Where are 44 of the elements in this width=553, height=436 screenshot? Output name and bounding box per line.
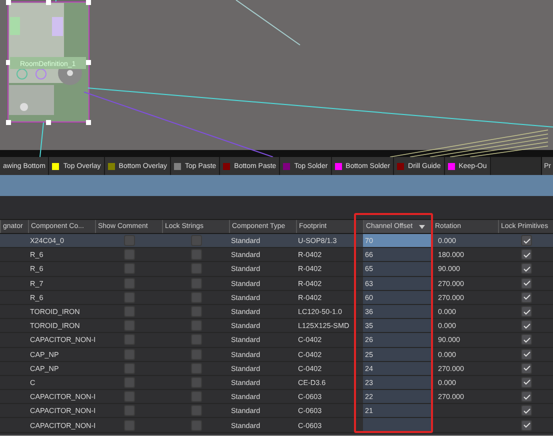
checkbox[interactable] (191, 263, 202, 274)
checkbox[interactable] (521, 376, 532, 388)
connection-line (236, 0, 300, 46)
checkbox[interactable] (124, 405, 135, 416)
checkbox[interactable] (191, 420, 202, 431)
checkbox[interactable] (124, 263, 135, 274)
checkbox[interactable] (124, 362, 135, 374)
checkbox[interactable] (124, 334, 135, 346)
checkbox[interactable] (191, 376, 202, 388)
checkbox[interactable] (191, 362, 202, 374)
sort-icon (418, 224, 425, 228)
checkbox[interactable] (124, 235, 135, 246)
checkbox[interactable] (191, 292, 202, 303)
checkbox[interactable] (521, 306, 532, 318)
checkbox[interactable] (521, 320, 532, 332)
checkbox[interactable] (521, 292, 532, 303)
checkbox[interactable] (191, 235, 202, 246)
checkbox[interactable] (191, 405, 202, 416)
checkbox[interactable] (521, 362, 532, 374)
checkbox[interactable] (521, 235, 532, 246)
checkbox[interactable] (124, 292, 135, 303)
checkbox[interactable] (191, 391, 202, 402)
checkbox[interactable] (124, 391, 135, 402)
checkbox[interactable] (191, 278, 202, 289)
checkbox[interactable] (124, 348, 135, 360)
checkbox[interactable] (191, 320, 202, 332)
checkbox[interactable] (191, 348, 202, 360)
checkbox[interactable] (124, 420, 135, 431)
checkbox[interactable] (521, 420, 532, 431)
checkbox[interactable] (521, 278, 532, 289)
checkbox[interactable] (191, 249, 202, 260)
checkbox[interactable] (191, 306, 202, 318)
checkbox[interactable] (521, 391, 532, 402)
checkbox[interactable] (124, 278, 135, 289)
checkbox[interactable] (521, 334, 532, 346)
checkbox[interactable] (191, 334, 202, 346)
checkbox[interactable] (124, 376, 135, 388)
checkbox[interactable] (124, 306, 135, 318)
checkbox[interactable] (124, 320, 135, 332)
checkbox[interactable] (124, 249, 135, 260)
checkbox[interactable] (521, 405, 532, 416)
checkbox[interactable] (521, 348, 532, 360)
checkbox[interactable] (521, 263, 532, 274)
checkbox[interactable] (521, 249, 532, 260)
